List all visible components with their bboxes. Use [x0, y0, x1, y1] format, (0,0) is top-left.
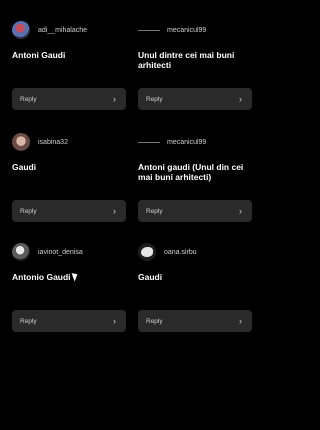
avatar-placeholder — [138, 142, 160, 143]
reply-button[interactable]: Reply › — [12, 200, 126, 222]
avatar-placeholder — [138, 30, 160, 31]
card-header: mecanicul99 — [138, 20, 252, 40]
response-card: oana.sirbu Gaudi Reply › — [138, 242, 252, 332]
card-header: adi__mihalache — [12, 20, 126, 40]
username[interactable]: mecanicul99 — [167, 139, 206, 146]
avatar[interactable] — [12, 133, 30, 151]
response-card: adi__mihalache Antoni Gaudi Reply › — [12, 20, 126, 110]
reply-button[interactable]: Reply › — [138, 88, 252, 110]
avatar[interactable] — [12, 243, 30, 261]
chevron-right-icon: › — [239, 315, 242, 326]
response-card: iavinot_denisa Antonio Gaudi Reply › — [12, 242, 126, 332]
chevron-right-icon: › — [113, 205, 116, 216]
response-text: Antonio Gaudi — [12, 271, 126, 302]
card-header: isabina32 — [12, 132, 126, 152]
username[interactable]: oana.sirbu — [164, 249, 197, 256]
reply-label: Reply — [20, 207, 37, 215]
response-text: Antoni Gaudi — [12, 50, 66, 60]
reply-label: Reply — [20, 317, 37, 325]
chevron-right-icon: › — [113, 315, 116, 326]
avatar[interactable] — [12, 21, 30, 39]
chevron-right-icon: › — [239, 93, 242, 104]
reply-label: Reply — [20, 95, 37, 103]
response-card: isabina32 Gaudi Reply › — [12, 132, 126, 222]
card-header: mecanicul99 — [138, 132, 252, 152]
response-text: Unul dintre cei mai buni arhitecti — [138, 50, 235, 70]
response-text: Gaudi — [138, 272, 163, 282]
response-card: mecanicul99 Unul dintre cei mai buni arh… — [138, 20, 252, 110]
response-card: mecanicul99 Antoni gaudi (Unul din cei m… — [138, 132, 252, 222]
avatar[interactable] — [138, 243, 156, 261]
card-header: oana.sirbu — [138, 242, 252, 262]
reply-label: Reply — [146, 207, 163, 215]
cursor-icon — [71, 271, 79, 282]
reply-button[interactable]: Reply › — [12, 88, 126, 110]
card-header: iavinot_denisa — [12, 242, 126, 262]
reply-button[interactable]: Reply › — [138, 310, 252, 332]
username[interactable]: isabina32 — [38, 139, 68, 146]
reply-label: Reply — [146, 317, 163, 325]
reply-label: Reply — [146, 95, 163, 103]
username[interactable]: adi__mihalache — [38, 27, 87, 34]
reply-button[interactable]: Reply › — [138, 200, 252, 222]
response-text: Antoni gaudi (Unul din cei mai buni arhi… — [138, 162, 244, 182]
response-text-value: Antonio Gaudi — [12, 272, 71, 282]
reply-button[interactable]: Reply › — [12, 310, 126, 332]
chevron-right-icon: › — [113, 93, 116, 104]
username[interactable]: mecanicul99 — [167, 27, 206, 34]
response-text: Gaudi — [12, 162, 37, 172]
chevron-right-icon: › — [239, 205, 242, 216]
username[interactable]: iavinot_denisa — [38, 249, 83, 256]
